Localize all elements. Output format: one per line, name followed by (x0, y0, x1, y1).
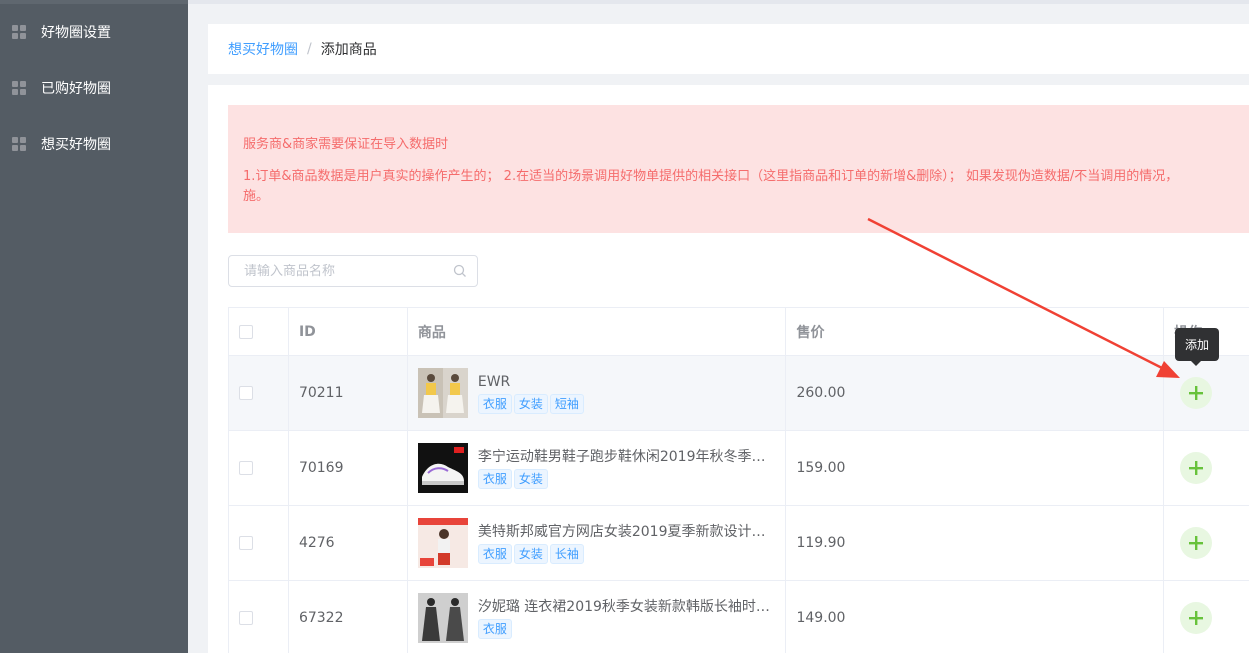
alert-body-line: 1.订单&商品数据是用户真实的操作产生的； 2.在适当的场景调用好物单提供的相关… (243, 169, 1179, 184)
row-goods: EWR 衣服 女装 短袖 (408, 356, 787, 430)
row-operation (1164, 356, 1249, 430)
product-thumbnail (417, 593, 468, 643)
plus-icon (1189, 536, 1204, 550)
row-price: 260.00 (786, 356, 1165, 430)
product-thumbnail (417, 518, 468, 568)
row-check-cell (229, 431, 289, 505)
table-row: 4276 美特斯邦威官方网店女装2019夏季新款设计感... 衣服 女装 长袖 … (229, 506, 1249, 581)
table-header: ID 商品 售价 操作 (229, 308, 1249, 356)
header-goods: 商品 (408, 308, 787, 355)
product-tag: 衣服 (477, 544, 512, 564)
breadcrumb: 想买好物圈 / 添加商品 (208, 24, 1249, 74)
row-goods: 李宁运动鞋男鞋子跑步鞋休闲2019年秋冬季新款... 衣服 女装 (408, 431, 787, 505)
header-check-cell (229, 308, 289, 355)
row-price: 159.00 (786, 431, 1165, 505)
sidebar-item-haowuquan-settings[interactable]: 好物圈设置 (0, 4, 188, 60)
row-price: 149.00 (786, 581, 1165, 653)
add-button[interactable] (1180, 602, 1213, 634)
product-title: 美特斯邦威官方网店女装2019夏季新款设计感... (477, 524, 778, 540)
row-operation (1164, 431, 1249, 505)
row-operation (1164, 581, 1249, 653)
sidebar-item-label: 好物圈设置 (41, 25, 111, 41)
row-checkbox[interactable] (239, 536, 253, 550)
alert-body-wrap: 施。 (243, 189, 270, 204)
table-row: 70211 EWR 衣服 女装 短袖 260.00 (229, 356, 1249, 431)
sidebar-item-purchased[interactable]: 已购好物圈 (0, 60, 188, 116)
row-operation (1164, 506, 1249, 580)
main-content: 想买好物圈 / 添加商品 服务商&商家需要保证在导入数据时 1.订单&商品数据是… (188, 0, 1249, 653)
header-price: 售价 (786, 308, 1165, 355)
row-id: 70169 (289, 431, 408, 505)
goods-card: 服务商&商家需要保证在导入数据时 1.订单&商品数据是用户真实的操作产生的； 2… (208, 85, 1249, 653)
alert-title: 服务商&商家需要保证在导入数据时 (243, 137, 449, 152)
table-row: 70169 李宁运动鞋男鞋子跑步鞋休闲2019年秋冬季新款... 衣服 女装 1… (229, 431, 1249, 506)
add-tooltip: 添加 (1175, 328, 1220, 366)
grid-icon (12, 81, 26, 95)
alert-body: 1.订单&商品数据是用户真实的操作产生的； 2.在适当的场景调用好物单提供的相关… (243, 167, 1242, 207)
sidebar: 好物圈设置 已购好物圈 想买好物圈 (0, 0, 188, 653)
row-checkbox[interactable] (239, 461, 253, 475)
product-tag: 短袖 (549, 394, 584, 414)
sidebar-item-label: 想买好物圈 (41, 137, 111, 153)
product-thumbnail (417, 443, 468, 493)
product-tag: 女装 (513, 469, 548, 489)
row-id: 70211 (289, 356, 408, 430)
product-tag: 女装 (513, 394, 548, 414)
grid-icon (12, 137, 26, 151)
row-price: 119.90 (786, 506, 1165, 580)
plus-icon (1189, 611, 1204, 625)
row-checkbox[interactable] (239, 386, 253, 400)
sidebar-item-label: 已购好物圈 (41, 81, 111, 97)
plus-icon (1189, 386, 1204, 400)
add-button[interactable] (1180, 527, 1213, 559)
row-id: 4276 (289, 506, 408, 580)
product-tag: 女装 (513, 544, 548, 564)
row-checkbox[interactable] (239, 611, 253, 625)
top-strip (188, 0, 1249, 4)
breadcrumb-separator: / (307, 41, 312, 57)
product-title: EWR (477, 374, 511, 390)
product-tag: 衣服 (477, 619, 512, 639)
warning-alert: 服务商&商家需要保证在导入数据时 1.订单&商品数据是用户真实的操作产生的； 2… (228, 105, 1249, 233)
row-check-cell (229, 356, 289, 430)
row-goods: 汐妮璐 连衣裙2019秋季女装新款韩版长袖时尚... 衣服 (408, 581, 787, 653)
search-box (228, 255, 478, 287)
search-icon[interactable] (453, 264, 467, 278)
product-thumbnail (417, 368, 468, 418)
header-id: ID (289, 308, 408, 355)
product-title: 李宁运动鞋男鞋子跑步鞋休闲2019年秋冬季新款... (477, 449, 778, 465)
breadcrumb-parent-link[interactable]: 想买好物圈 (228, 39, 298, 59)
sidebar-item-wishlist[interactable]: 想买好物圈 (0, 116, 188, 172)
product-title: 汐妮璐 连衣裙2019秋季女装新款韩版长袖时尚... (477, 599, 778, 615)
breadcrumb-current: 添加商品 (320, 42, 377, 58)
product-tag: 长袖 (549, 544, 584, 564)
plus-icon (1189, 461, 1204, 475)
table-row: 67322 汐妮璐 连衣裙2019秋季女装新款韩版长袖时尚... 衣服 149.… (229, 581, 1249, 653)
row-check-cell (229, 581, 289, 653)
select-all-checkbox[interactable] (239, 324, 253, 339)
goods-table: ID 商品 售价 操作 70211 (228, 307, 1249, 653)
search-input[interactable] (244, 263, 444, 279)
product-tag: 衣服 (477, 469, 512, 489)
row-check-cell (229, 506, 289, 580)
row-goods: 美特斯邦威官方网店女装2019夏季新款设计感... 衣服 女装 长袖 (408, 506, 787, 580)
row-id: 67322 (289, 581, 408, 653)
add-button[interactable] (1180, 377, 1213, 409)
add-button[interactable] (1180, 452, 1213, 484)
product-tag: 衣服 (477, 394, 512, 414)
grid-icon (12, 25, 26, 39)
